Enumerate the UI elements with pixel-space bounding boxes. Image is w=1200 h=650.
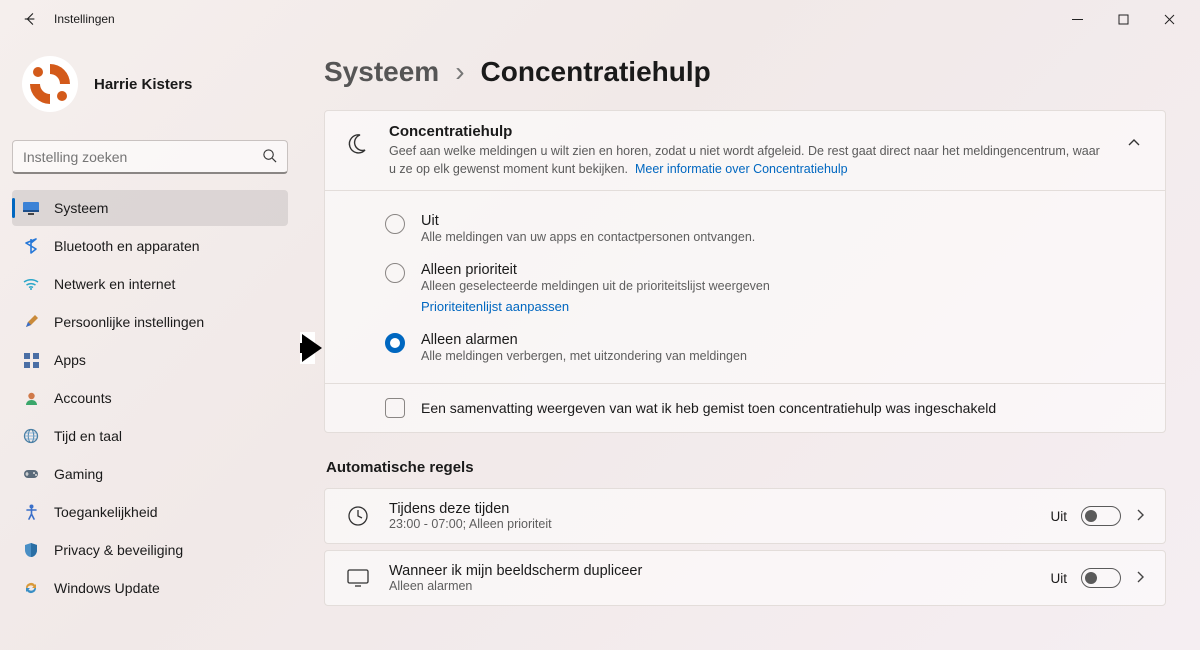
- sidebar-item-label: Gaming: [54, 466, 103, 482]
- maximize-button[interactable]: [1100, 3, 1146, 35]
- bluetooth-icon: [22, 237, 40, 255]
- page-title: Concentratiehulp: [481, 56, 711, 88]
- priority-list-link[interactable]: Prioriteitenlijst aanpassen: [421, 299, 770, 314]
- apps-icon: [22, 351, 40, 369]
- rule-title: Tijdens deze tijden: [389, 501, 552, 517]
- rule-row-times[interactable]: Tijdens deze tijden 23:00 - 07:00; Allee…: [324, 488, 1166, 544]
- toggle-state: Uit: [1051, 509, 1068, 524]
- sidebar-item-bluetooth[interactable]: Bluetooth en apparaten: [12, 228, 288, 264]
- radio-description: Alle meldingen van uw apps en contactper…: [421, 230, 755, 244]
- sidebar-item-label: Systeem: [54, 200, 108, 216]
- radio-button[interactable]: [385, 263, 405, 283]
- globe-icon: [22, 427, 40, 445]
- sidebar-item-apps[interactable]: Apps: [12, 342, 288, 378]
- sidebar-item-netwerk[interactable]: Netwerk en internet: [12, 266, 288, 302]
- sidebar-item-persoonlijke[interactable]: Persoonlijke instellingen: [12, 304, 288, 340]
- toggle[interactable]: [1081, 506, 1121, 526]
- display-icon: [345, 565, 371, 591]
- account-icon: [22, 389, 40, 407]
- sidebar-item-label: Apps: [54, 352, 86, 368]
- sidebar-item-accounts[interactable]: Accounts: [12, 380, 288, 416]
- radio-description: Alle meldingen verbergen, met uitzonderi…: [421, 349, 747, 363]
- titlebar: Instellingen: [0, 0, 1200, 38]
- brush-icon: [22, 313, 40, 331]
- sidebar-item-gaming[interactable]: Gaming: [12, 456, 288, 492]
- radio-button[interactable]: [385, 214, 405, 234]
- learn-more-link[interactable]: Meer informatie over Concentratiehulp: [635, 162, 848, 176]
- back-button[interactable]: [18, 7, 42, 31]
- radio-item-uit[interactable]: Uit Alle meldingen van uw apps en contac…: [325, 205, 1165, 254]
- section-title: Automatische regels: [326, 459, 1166, 476]
- search-input[interactable]: [23, 149, 262, 165]
- radio-item-alarmen[interactable]: Alleen alarmen Alle meldingen verbergen,…: [325, 324, 1165, 373]
- display-icon: [22, 199, 40, 217]
- rule-row-duplicate-display[interactable]: Wanneer ik mijn beeldscherm dupliceer Al…: [324, 550, 1166, 606]
- avatar: [22, 56, 78, 112]
- focus-assist-panel: Concentratiehulp Geef aan welke meldinge…: [324, 110, 1166, 433]
- nav: Systeem Bluetooth en apparaten Netwerk e…: [12, 190, 288, 606]
- radio-label: Alleen alarmen: [421, 332, 747, 348]
- callout-arrow-icon: [300, 332, 315, 364]
- toggle[interactable]: [1081, 568, 1121, 588]
- radio-button[interactable]: [385, 333, 405, 353]
- rule-title: Wanneer ik mijn beeldscherm dupliceer: [389, 563, 642, 579]
- radio-label: Alleen prioriteit: [421, 262, 770, 278]
- radio-description: Alleen geselecteerde meldingen uit de pr…: [421, 279, 770, 293]
- summary-checkbox-row[interactable]: Een samenvatting weergeven van wat ik he…: [325, 383, 1165, 432]
- breadcrumb: Systeem › Concentratiehulp: [324, 56, 1166, 88]
- minimize-button[interactable]: [1054, 3, 1100, 35]
- breadcrumb-parent[interactable]: Systeem: [324, 56, 439, 88]
- radio-label: Uit: [421, 213, 755, 229]
- panel-header[interactable]: Concentratiehulp Geef aan welke meldinge…: [325, 111, 1165, 190]
- sidebar-item-label: Netwerk en internet: [54, 276, 175, 292]
- chevron-right-icon[interactable]: [1135, 508, 1145, 525]
- user-block[interactable]: Harrie Kisters: [12, 38, 288, 136]
- sidebar-item-label: Accounts: [54, 390, 112, 406]
- sidebar-item-label: Bluetooth en apparaten: [54, 238, 200, 254]
- rule-subtitle: Alleen alarmen: [389, 579, 642, 593]
- sidebar-item-label: Tijd en taal: [54, 428, 122, 444]
- chevron-right-icon[interactable]: [1135, 570, 1145, 587]
- panel-title: Concentratiehulp: [389, 123, 1109, 140]
- search-input-wrapper[interactable]: [12, 140, 288, 174]
- sidebar-item-toegankelijkheid[interactable]: Toegankelijkheid: [12, 494, 288, 530]
- update-icon: [22, 579, 40, 597]
- search-icon: [262, 148, 277, 166]
- sidebar-item-update[interactable]: Windows Update: [12, 570, 288, 606]
- sidebar-item-label: Persoonlijke instellingen: [54, 314, 204, 330]
- gaming-icon: [22, 465, 40, 483]
- user-name: Harrie Kisters: [94, 76, 192, 93]
- chevron-up-icon[interactable]: [1127, 135, 1147, 151]
- chevron-right-icon: ›: [455, 56, 464, 88]
- clock-icon: [345, 503, 371, 529]
- checkbox-label: Een samenvatting weergeven van wat ik he…: [421, 400, 996, 416]
- radio-item-prioriteit[interactable]: Alleen prioriteit Alleen geselecteerde m…: [325, 254, 1165, 324]
- close-button[interactable]: [1146, 3, 1192, 35]
- sidebar-item-label: Windows Update: [54, 580, 160, 596]
- shield-icon: [22, 541, 40, 559]
- moon-icon: [343, 129, 371, 157]
- sidebar-item-label: Privacy & beveiliging: [54, 542, 183, 558]
- sidebar: Harrie Kisters Systeem Bluetooth en appa…: [0, 38, 300, 650]
- app-title: Instellingen: [54, 12, 115, 26]
- main-content: Systeem › Concentratiehulp Concentratieh…: [300, 38, 1200, 650]
- toggle-state: Uit: [1051, 571, 1068, 586]
- accessibility-icon: [22, 503, 40, 521]
- checkbox[interactable]: [385, 398, 405, 418]
- sidebar-item-tijd[interactable]: Tijd en taal: [12, 418, 288, 454]
- radio-group: Uit Alle meldingen van uw apps en contac…: [325, 190, 1165, 383]
- sidebar-item-systeem[interactable]: Systeem: [12, 190, 288, 226]
- rule-subtitle: 23:00 - 07:00; Alleen prioriteit: [389, 517, 552, 531]
- sidebar-item-privacy[interactable]: Privacy & beveiliging: [12, 532, 288, 568]
- wifi-icon: [22, 275, 40, 293]
- sidebar-item-label: Toegankelijkheid: [54, 504, 158, 520]
- panel-description: Geef aan welke meldingen u wilt zien en …: [389, 142, 1109, 178]
